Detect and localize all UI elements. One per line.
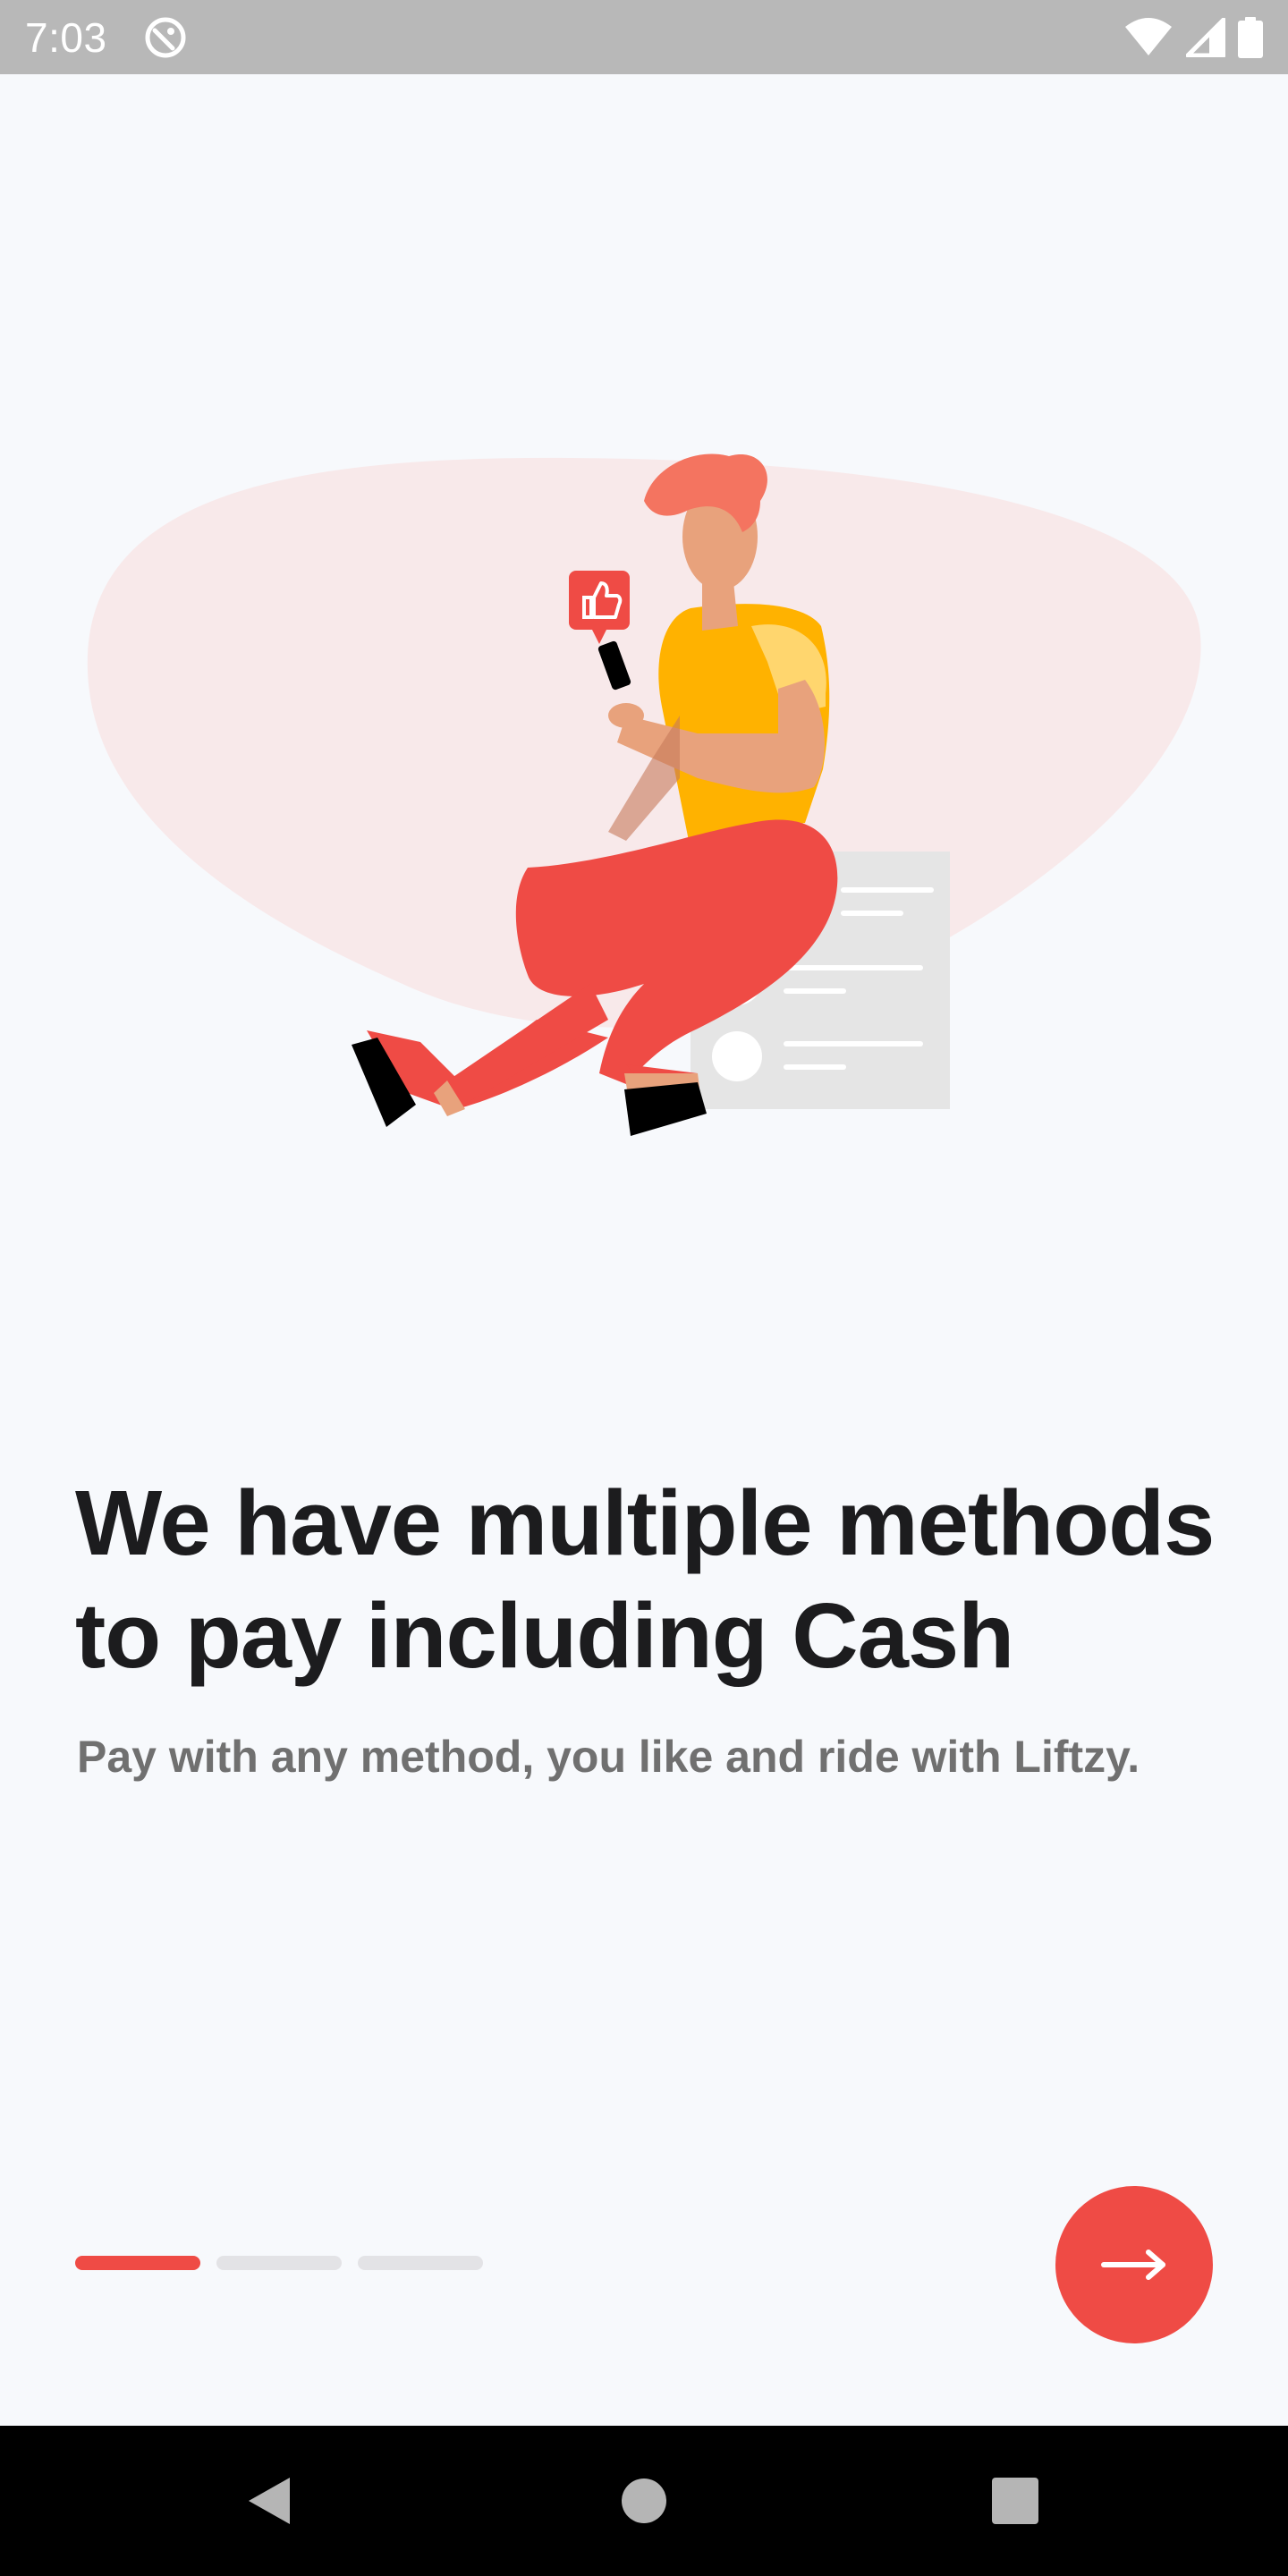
back-button[interactable] bbox=[197, 2426, 340, 2576]
onboarding-screen: 7:03 We have multiple methods to pay inc… bbox=[0, 0, 1288, 2576]
page-indicator bbox=[75, 2256, 483, 2270]
recents-icon bbox=[992, 2478, 1038, 2524]
onboarding-headline: We have multiple methods to pay includin… bbox=[75, 1471, 1215, 1687]
arrow-right-icon bbox=[1101, 2250, 1165, 2280]
page-indicator-dot-1 bbox=[75, 2256, 200, 2270]
signal-icon bbox=[1186, 17, 1225, 57]
home-icon bbox=[622, 2479, 666, 2523]
onboarding-illustration bbox=[87, 453, 1201, 1136]
back-icon bbox=[249, 2478, 290, 2524]
home-button[interactable] bbox=[572, 2426, 716, 2576]
status-time: 7:03 bbox=[25, 13, 107, 61]
notification-icon bbox=[145, 17, 186, 57]
wifi-icon bbox=[1125, 17, 1172, 55]
status-bar: 7:03 bbox=[0, 0, 1288, 74]
recents-button[interactable] bbox=[944, 2426, 1087, 2576]
page-indicator-dot-2 bbox=[216, 2256, 342, 2270]
battery-icon bbox=[1238, 16, 1263, 58]
system-navigation-bar bbox=[0, 2426, 1288, 2576]
onboarding-subtitle: Pay with any method, you like and ride w… bbox=[77, 1732, 1140, 1782]
page-indicator-dot-3 bbox=[358, 2256, 483, 2270]
next-button[interactable] bbox=[1055, 2186, 1213, 2343]
